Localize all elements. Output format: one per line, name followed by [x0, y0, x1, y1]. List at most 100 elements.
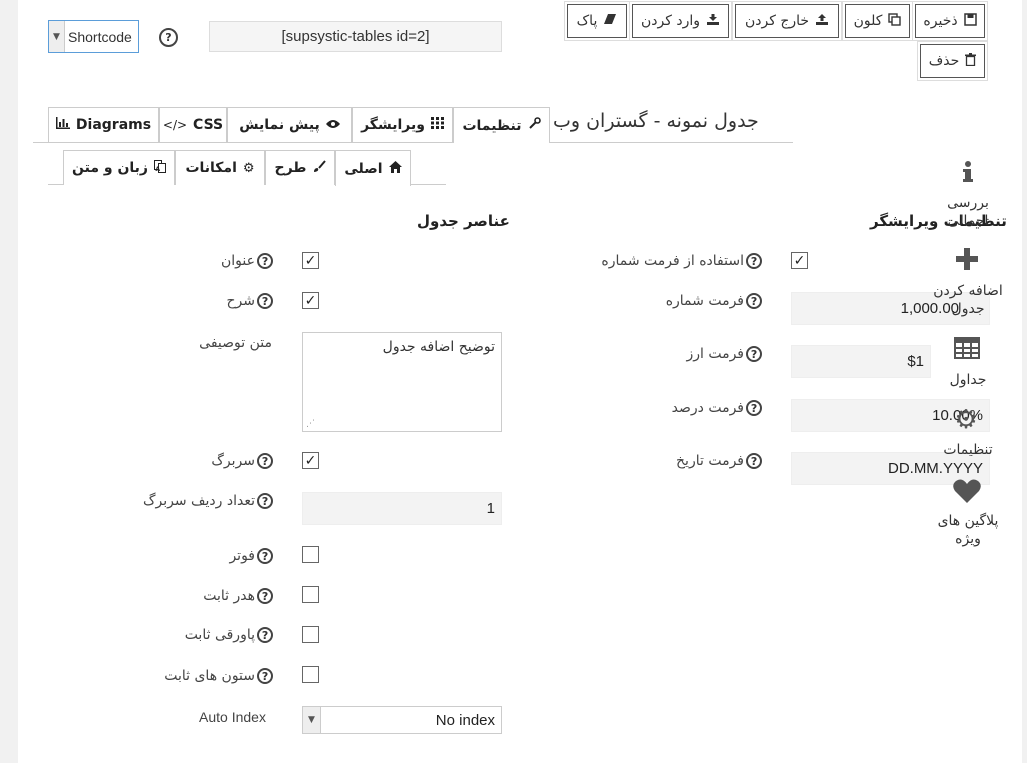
currency-format-label-text: فرمت ارز: [686, 346, 744, 362]
help-icon[interactable]: ?: [257, 493, 273, 509]
clear-label: پاک: [576, 13, 598, 29]
caption-checkbox[interactable]: ✓: [302, 252, 319, 269]
help-icon[interactable]: ?: [746, 400, 762, 416]
fixed-footer-label: ? پاورقی ثابت: [185, 627, 273, 643]
footer-checkbox[interactable]: [302, 546, 319, 563]
subtab-design[interactable]: طرح: [265, 150, 335, 185]
checkmark-icon: ✓: [304, 292, 317, 309]
wrench-icon: [528, 117, 541, 134]
subtab-language[interactable]: A زبان و متن: [63, 150, 175, 185]
clear-button[interactable]: پاک: [564, 1, 630, 41]
tabs-divider: [33, 142, 793, 143]
fixed-header-checkbox[interactable]: [302, 586, 319, 603]
header-label-text: سربرگ: [211, 453, 255, 469]
description-text-label: متن توصیفی: [199, 335, 272, 351]
download-icon: [706, 13, 720, 30]
subtab-main-label: اصلی: [344, 160, 383, 177]
help-icon[interactable]: ?: [159, 28, 178, 47]
header-rows-label-text: تعداد ردیف سربرگ: [142, 493, 255, 509]
use-number-format-checkbox[interactable]: ✓: [791, 252, 808, 269]
tab-editor[interactable]: ویرایشگر: [352, 107, 453, 142]
shortcode-select[interactable]: ▼ Shortcode: [48, 20, 139, 53]
checkmark-icon: ✓: [304, 252, 317, 269]
export-button[interactable]: خارج کردن: [732, 1, 842, 41]
help-icon[interactable]: ?: [257, 627, 273, 643]
tab-preview[interactable]: پیش نمایش: [227, 107, 352, 142]
resize-grip-icon[interactable]: ⋱: [306, 419, 315, 429]
auto-index-value: No index: [435, 711, 495, 729]
header-label: ? سربرگ: [211, 453, 273, 469]
tab-settings[interactable]: تنظیمات: [453, 107, 550, 143]
code-icon: </>: [162, 118, 188, 132]
trash-icon: [965, 52, 977, 70]
header-rows-label: ? تعداد ردیف سربرگ: [143, 493, 273, 509]
help-icon[interactable]: ?: [257, 253, 273, 269]
help-icon[interactable]: ?: [257, 548, 273, 564]
currency-format-input[interactable]: $1: [791, 345, 931, 378]
import-label: وارد کردن: [641, 13, 701, 29]
bar-chart-icon: [55, 117, 70, 133]
export-label: خارج کردن: [744, 13, 810, 29]
eraser-icon: [603, 13, 617, 29]
table-icon: [952, 337, 982, 365]
description-checkbox[interactable]: ✓: [302, 292, 319, 309]
tab-css-label: CSS: [193, 117, 224, 133]
tab-css[interactable]: CSS </>: [159, 107, 227, 142]
fixed-header-label-text: هدر ثابت: [203, 588, 255, 604]
page-title: جدول نمونه - گستران وب: [553, 110, 759, 132]
header-checkbox[interactable]: ✓: [302, 452, 319, 469]
number-format-label-text: فرمت شماره: [665, 293, 744, 309]
shortcode-input[interactable]: [supsystic-tables id=2]: [209, 21, 502, 52]
table-elements-heading: عناصر جدول: [417, 212, 510, 230]
tab-diagrams[interactable]: Diagrams: [48, 107, 159, 142]
sidebar-item-settings[interactable]: تنظیمات: [928, 441, 1008, 459]
help-icon[interactable]: ?: [257, 588, 273, 604]
subtab-features-label: امکانات: [185, 160, 237, 176]
fixed-footer-checkbox[interactable]: [302, 626, 319, 643]
chevron-down-icon: ▼: [303, 707, 321, 733]
gear-icon: ⚙: [954, 405, 978, 435]
plus-icon: [952, 248, 982, 276]
footer-label-text: فوتر: [229, 548, 255, 564]
sidebar-item-featured-plugins[interactable]: پلاگین های ویژه: [928, 512, 1008, 548]
help-icon[interactable]: ?: [257, 293, 273, 309]
auto-index-select[interactable]: ▼ No index: [302, 706, 502, 734]
fixed-footer-label-text: پاورقی ثابت: [184, 627, 255, 643]
copy-icon: [888, 12, 902, 30]
tab-settings-label: تنظیمات: [462, 117, 522, 134]
save-button[interactable]: ذخیره: [912, 1, 988, 41]
help-icon[interactable]: ?: [257, 668, 273, 684]
shortcode-select-value: Shortcode: [68, 28, 132, 45]
header-rows-input[interactable]: 1: [302, 492, 502, 525]
home-icon: [388, 160, 402, 177]
subtab-main[interactable]: اصلی: [335, 150, 411, 186]
help-icon[interactable]: ?: [746, 293, 762, 309]
floppy-icon: [963, 12, 977, 30]
sidebar-item-tables[interactable]: جداول: [928, 371, 1008, 389]
fixed-columns-checkbox[interactable]: [302, 666, 319, 683]
description-label: ? شرح: [227, 293, 273, 309]
currency-format-label: ? فرمت ارز: [686, 346, 762, 362]
use-number-format-label-text: استفاده از فرمت شماره: [601, 253, 744, 269]
delete-label: حذف: [928, 53, 960, 69]
use-number-format-label: ? استفاده از فرمت شماره: [601, 253, 762, 269]
fixed-header-label: ? هدر ثابت: [203, 588, 273, 604]
tab-editor-label: ویرایشگر: [361, 117, 425, 133]
delete-button[interactable]: حذف: [917, 41, 988, 81]
import-button[interactable]: وارد کردن: [629, 1, 732, 41]
help-icon[interactable]: ?: [746, 253, 762, 269]
sidebar-item-add-table[interactable]: اضافه کردن جدول: [928, 282, 1008, 318]
help-icon[interactable]: ?: [746, 346, 762, 362]
subtab-features[interactable]: ⚙ امکانات: [175, 150, 265, 185]
svg-text:A: A: [155, 166, 160, 173]
help-icon[interactable]: ?: [746, 453, 762, 469]
date-format-label-text: فرمت تاریخ: [676, 453, 744, 469]
auto-index-label: Auto Index: [199, 709, 266, 725]
sidebar-item-overview[interactable]: بررسی اجمالی: [928, 194, 1008, 230]
clone-button[interactable]: کلون: [842, 1, 913, 41]
help-icon[interactable]: ?: [257, 453, 273, 469]
description-textarea[interactable]: توضیح اضافه جدول ⋱: [302, 332, 502, 432]
fixed-columns-label: ? ستون های ثابت: [164, 668, 273, 684]
date-format-label: ? فرمت تاریخ: [676, 453, 762, 469]
fixed-columns-label-text: ستون های ثابت: [164, 668, 255, 684]
